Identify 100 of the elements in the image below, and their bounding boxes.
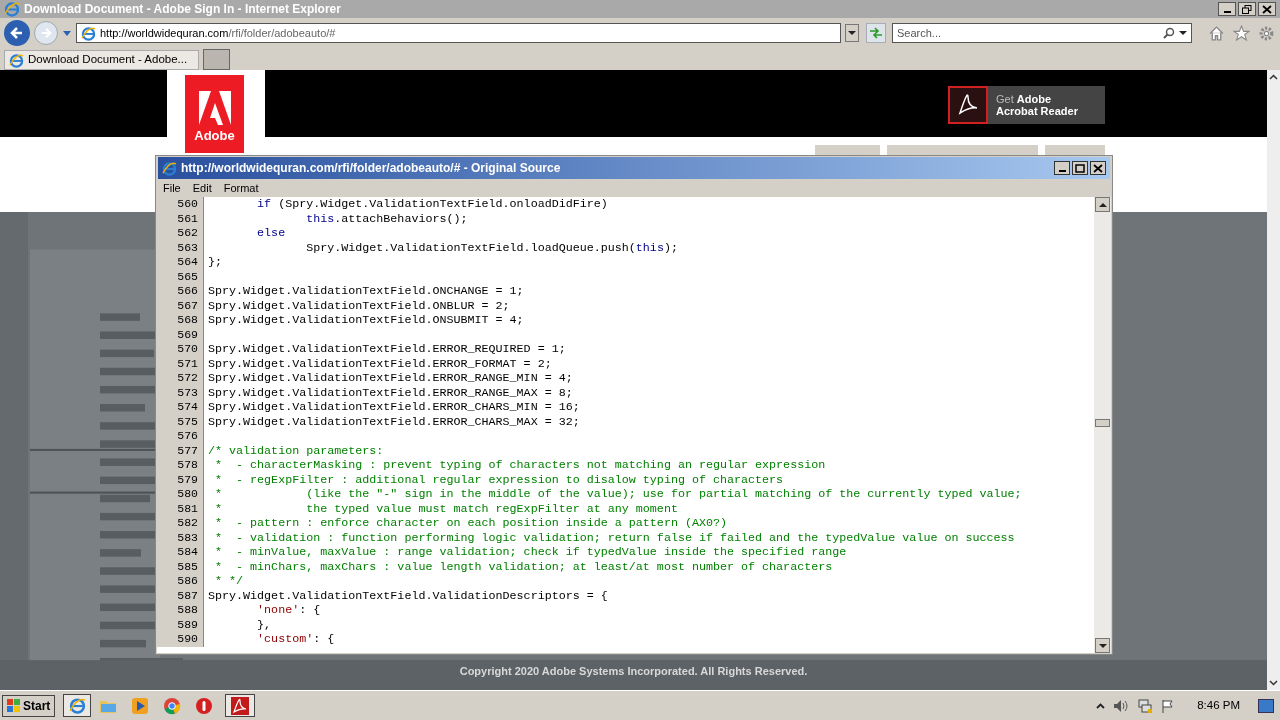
browser-icon bbox=[4, 1, 20, 17]
acrobat-icon bbox=[231, 696, 250, 715]
minimize-icon bbox=[1223, 11, 1231, 13]
show-desktop-button[interactable] bbox=[1258, 698, 1274, 713]
clock-text[interactable]: 8:46 PM bbox=[1197, 696, 1240, 715]
search-input[interactable]: Search... bbox=[897, 24, 1163, 42]
address-text: http://worldwidequran.com/rfi/folder/adobeauto/# bbox=[100, 25, 336, 41]
browser-icon bbox=[68, 697, 86, 714]
menu-item[interactable]: Format bbox=[223, 179, 259, 197]
refresh-button[interactable] bbox=[866, 23, 886, 43]
acrobat-badge-subtitle: Acrobat Reader bbox=[996, 105, 1078, 117]
line-number: 572 bbox=[157, 371, 204, 386]
media-player-icon[interactable] bbox=[131, 696, 150, 715]
up-triangle-icon bbox=[1098, 201, 1107, 208]
line-number: 576 bbox=[157, 429, 204, 444]
dropdown-caret-icon[interactable] bbox=[1179, 30, 1187, 36]
acrobat-reader-badge[interactable]: Get Adobe Acrobat Reader bbox=[948, 86, 1105, 124]
browser-tab[interactable]: Download Document - Adobe... bbox=[4, 50, 199, 70]
code-line: * - validation : function performing logic validation; return false if failed and the typedValue value on success bbox=[214, 530, 1015, 545]
scroll-thumb[interactable] bbox=[1095, 419, 1110, 427]
menu-item[interactable]: Edit bbox=[192, 179, 212, 197]
speaker-icon[interactable] bbox=[1113, 698, 1130, 713]
scroll-down-button[interactable] bbox=[1095, 638, 1110, 653]
scroll-down-icon[interactable] bbox=[1269, 680, 1278, 686]
code-line: /* validation parameters: bbox=[207, 443, 384, 458]
dropdown-caret-icon[interactable] bbox=[848, 30, 856, 36]
code-line: Spry.Widget.ValidationTextField.ONCHANGE = 1; bbox=[207, 284, 524, 299]
taskbar-acrobat-button[interactable] bbox=[225, 694, 256, 717]
code-line: this.attachBehaviors(); bbox=[305, 211, 468, 226]
code-line: * - pattern : enforce character on each position inside a pattern (AX0?) bbox=[214, 516, 727, 531]
scroll-up-icon[interactable] bbox=[1269, 74, 1278, 80]
favorites-star-icon[interactable] bbox=[1233, 24, 1250, 42]
code-line: }; bbox=[207, 255, 223, 270]
code-line: Spry.Widget.ValidationTextField.ERROR_RANGE_MIN = 4; bbox=[207, 371, 573, 386]
line-number: 564 bbox=[157, 255, 204, 270]
close-button[interactable] bbox=[1090, 161, 1106, 175]
home-icon[interactable] bbox=[1208, 24, 1225, 42]
line-number: 574 bbox=[157, 400, 204, 415]
close-button[interactable] bbox=[1258, 2, 1276, 16]
code-line: Spry.Widget.ValidationTextField.ValidationDescriptors = { bbox=[207, 588, 608, 603]
address-field[interactable]: http://worldwidequran.com/rfi/folder/adobeauto/# bbox=[76, 23, 841, 43]
line-number: 562 bbox=[157, 226, 204, 241]
code-line: * - characterMasking : prevent typing of characters not matching an regular expression bbox=[214, 458, 826, 473]
line-number: 560 bbox=[157, 197, 204, 212]
minimize-button[interactable] bbox=[1218, 2, 1236, 16]
line-number: 584 bbox=[157, 545, 204, 560]
code-line: * */ bbox=[214, 574, 244, 589]
source-window-title: http://worldwidequran.com/rfi/folder/adobeauto/# - Original Source bbox=[181, 160, 561, 177]
maximize-button[interactable] bbox=[1072, 161, 1088, 175]
code-line: * the typed value must match regExpFilter at any moment bbox=[214, 501, 678, 516]
browser-icon bbox=[162, 160, 177, 176]
network-icon[interactable] bbox=[1137, 698, 1154, 713]
back-button[interactable] bbox=[4, 20, 30, 46]
minimize-icon bbox=[1058, 170, 1066, 172]
down-triangle-icon bbox=[1098, 642, 1107, 649]
browser-icon bbox=[9, 52, 24, 68]
new-tab-button[interactable] bbox=[203, 49, 230, 70]
windows-logo-icon bbox=[7, 699, 21, 712]
chrome-icon[interactable] bbox=[163, 696, 182, 715]
copyright-text: Copyright 2020 Adobe Systems Incorporated. All Rights Reserved. bbox=[458, 664, 809, 679]
source-scrollbar[interactable] bbox=[1094, 197, 1111, 653]
line-number: 566 bbox=[157, 284, 204, 299]
code-line: 'none': { bbox=[256, 603, 321, 618]
code-line: 'custom': { bbox=[256, 632, 335, 647]
restore-icon bbox=[1242, 4, 1252, 14]
code-line: Spry.Widget.ValidationTextField.ERROR_CHARS_MAX = 32; bbox=[207, 414, 580, 429]
code-line: Spry.Widget.ValidationTextField.loadQueue.push(this); bbox=[305, 240, 678, 255]
circle-app-icon[interactable] bbox=[195, 696, 214, 715]
adobe-a-icon bbox=[198, 91, 231, 125]
address-dropdown-button[interactable] bbox=[845, 24, 859, 42]
restore-button[interactable] bbox=[1238, 2, 1256, 16]
code-line: Spry.Widget.ValidationTextField.ERROR_CHARS_MIN = 16; bbox=[207, 400, 580, 415]
search-field[interactable]: Search... bbox=[892, 23, 1192, 43]
close-icon bbox=[1262, 4, 1272, 14]
refresh-arrows-icon bbox=[869, 27, 883, 39]
start-button[interactable]: Start bbox=[2, 694, 56, 717]
taskbar-browser-button[interactable] bbox=[63, 694, 92, 717]
forward-arrow-icon bbox=[40, 27, 52, 39]
search-icon[interactable] bbox=[1163, 27, 1175, 39]
code-line: * - regExpFilter : additional regular expression to disalow typing of characters bbox=[214, 472, 784, 487]
code-line: * (like the "-" sign in the middle of the value); use for partial matching of the currently typed value; bbox=[214, 487, 1022, 502]
acrobat-icon bbox=[956, 93, 980, 117]
line-number: 570 bbox=[157, 342, 204, 357]
code-line: }, bbox=[256, 617, 272, 632]
page-scrollbar[interactable] bbox=[1267, 70, 1280, 690]
code-line: Spry.Widget.ValidationTextField.ERROR_REQUIRED = 1; bbox=[207, 342, 566, 357]
flag-icon[interactable] bbox=[1161, 698, 1176, 713]
code-line: Spry.Widget.ValidationTextField.ERROR_RANGE_MAX = 8; bbox=[207, 385, 573, 400]
show-hidden-icons-icon[interactable] bbox=[1096, 702, 1106, 709]
back-arrow-icon bbox=[10, 26, 24, 40]
line-number: 580 bbox=[157, 487, 204, 502]
line-number: 568 bbox=[157, 313, 204, 328]
minimize-button[interactable] bbox=[1054, 161, 1070, 175]
menu-item[interactable]: File bbox=[163, 179, 181, 197]
scroll-up-button[interactable] bbox=[1095, 197, 1110, 212]
line-number: 590 bbox=[157, 632, 204, 647]
adobe-logo: Adobe bbox=[185, 75, 244, 153]
line-number: 582 bbox=[157, 516, 204, 531]
code-line: * - minChars, maxChars : value length validation; at least/at most number of characters bbox=[214, 559, 833, 574]
acrobat-badge-title: Get Adobe bbox=[996, 93, 1053, 105]
